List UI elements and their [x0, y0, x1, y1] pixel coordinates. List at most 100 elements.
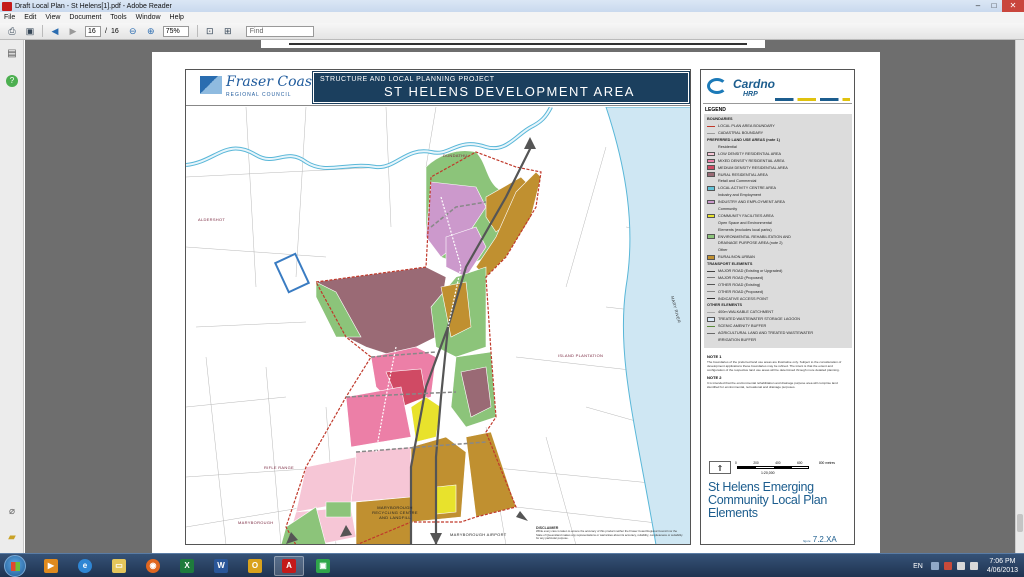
document-viewer[interactable]: Fraser Coast REGIONAL COUNCIL STRUCTURE …	[25, 40, 1015, 553]
scrollbar-thumb[interactable]	[1017, 514, 1023, 532]
legend-row: Residential	[707, 144, 849, 151]
legend-label: LOCAL ACTIVITY CENTRE AREA	[718, 186, 777, 191]
legend-line-symbol	[707, 325, 715, 327]
scale-value: 0	[735, 461, 737, 465]
zoom-in-icon[interactable]: ⊕	[145, 25, 157, 37]
council-logo-word: Fraser Coast	[226, 74, 318, 90]
menu-help[interactable]: Help	[170, 14, 184, 21]
pages-icon[interactable]: ▤	[6, 48, 18, 60]
legend-row: MAJOR ROAD (Proposed)	[707, 274, 849, 281]
find-input[interactable]: Find	[245, 25, 314, 37]
language-indicator[interactable]: EN	[913, 563, 923, 570]
vertical-scrollbar[interactable]	[1015, 40, 1024, 553]
taskbar-word[interactable]: W	[206, 556, 236, 576]
help-icon[interactable]: ?	[6, 75, 18, 87]
legend-row: INDUSTRY AND EMPLOYMENT AREA	[707, 199, 849, 206]
taskbar-file-explorer[interactable]: ▭	[104, 556, 134, 576]
legend-swatch	[707, 158, 715, 164]
taskbar-firefox[interactable]: ◉	[138, 556, 168, 576]
legend-label: MAJOR ROAD (Existing or Upgraded)	[718, 269, 783, 274]
minimize-button[interactable]: –	[970, 0, 986, 12]
system-clock[interactable]: 7:06 PM 4/06/2013	[987, 557, 1018, 575]
menu-edit[interactable]: Edit	[24, 14, 36, 21]
system-tray: EN 7:06 PM 4/06/2013	[913, 554, 1018, 577]
taskbar-adobe-reader[interactable]: A	[274, 556, 304, 576]
figure-prefix: figure	[803, 539, 811, 543]
menu-view[interactable]: View	[45, 14, 60, 21]
legend-row: RURAL RESIDENTIAL AREA	[707, 171, 849, 178]
tray-network-icon[interactable]	[956, 562, 965, 570]
fit-page-icon[interactable]: ⊡	[204, 25, 216, 37]
attachments-icon[interactable]: ⌀	[6, 506, 18, 518]
word-icon: W	[214, 559, 228, 573]
map-title-box: STRUCTURE AND LOCAL PLANNING PROJECT ST …	[312, 71, 690, 104]
legend-swatch	[707, 151, 715, 157]
legend-row: Community	[707, 206, 849, 213]
legend-swatch	[707, 317, 715, 322]
legend-row: MIXED DENSITY RESIDENTIAL AREA	[707, 157, 849, 164]
scale-value: 400	[775, 461, 781, 465]
legend-row: LOCAL ACTIVITY CENTRE AREA	[707, 185, 849, 192]
legend-label: RURAL/NON-URBAN	[718, 255, 755, 260]
scale-graphic	[737, 466, 809, 469]
legend-row: AGRICULTURAL LAND AND TREATED WASTEWATER	[707, 330, 849, 337]
toolbar: ⎙ ▣ ◀ ▶ 16 / 16 ⊖ ⊕ 75% ⊡ ⊞ Find	[0, 23, 1024, 40]
legend-swatch	[707, 255, 715, 260]
legend-label: COMMUNITY FACILITIES AREA	[718, 213, 774, 218]
north-arrow-icon: ⇑	[709, 461, 731, 474]
legend-label: Residential	[718, 145, 737, 149]
legend-row: Retail and Commercial	[707, 178, 849, 185]
cardno-logo: Cardno HRP	[703, 72, 852, 104]
legend-row: ENVIRONMENTAL REHABILITATION AND	[707, 233, 849, 240]
page-separator: /	[105, 27, 107, 35]
taskbar-excel[interactable]: X	[172, 556, 202, 576]
legend-row: Elements (excludes local parks)	[707, 226, 849, 233]
legend-label: Open Space and Environmental	[718, 220, 772, 225]
map-disclaimer: DISCLAIMER While every care is taken to …	[536, 526, 684, 541]
legend-label: ENVIRONMENTAL REHABILITATION AND	[718, 234, 791, 239]
taskbar-media-player[interactable]: ▶	[36, 556, 66, 576]
label-airport: MARYBOROUGH AIRPORT	[450, 532, 507, 537]
menu-bar: File Edit View Document Tools Window Hel…	[0, 12, 1024, 23]
zoom-select[interactable]: 75%	[162, 25, 189, 37]
project-title: STRUCTURE AND LOCAL PLANNING PROJECT	[320, 76, 495, 83]
legend-row: Industry and Employment	[707, 192, 849, 199]
note1-text: The boundaries of the preferred land use…	[707, 360, 842, 372]
print-icon[interactable]: ⎙	[6, 25, 18, 37]
legend-label: 400m WALKABLE CATCHMENT	[718, 310, 774, 315]
legend-row: MEDIUM DENSITY RESIDENTIAL AREA	[707, 164, 849, 171]
legend-box: BOUNDARIES LOCAL PLAN AREA BOUNDARY CADAST…	[704, 114, 852, 348]
council-logo-sub: REGIONAL COUNCIL	[226, 92, 292, 98]
legend-line-symbol	[707, 125, 715, 127]
next-page-icon[interactable]: ▶	[67, 25, 79, 37]
previous-page-icon[interactable]: ◀	[49, 25, 61, 37]
taskbar-internet-explorer[interactable]: e	[70, 556, 100, 576]
legend-swatch	[707, 172, 715, 177]
menu-file[interactable]: File	[4, 14, 15, 21]
taskbar-outlook[interactable]: O	[240, 556, 270, 576]
legend-label: BOUNDARIES	[707, 117, 733, 122]
page-number-input[interactable]: 16	[85, 25, 101, 37]
council-logo: Fraser Coast REGIONAL COUNCIL	[200, 74, 318, 102]
toolbar-divider	[196, 25, 198, 37]
menu-window[interactable]: Window	[136, 14, 161, 21]
tray-security-icon[interactable]	[943, 562, 952, 570]
taskbar-messenger[interactable]: ▣	[308, 556, 338, 576]
start-button[interactable]	[4, 555, 26, 577]
legend-swatch	[707, 165, 715, 170]
map-main-title: ST HELENS DEVELOPMENT AREA	[384, 84, 635, 99]
save-icon[interactable]: ▣	[24, 25, 36, 37]
tray-arrow-icon[interactable]	[930, 562, 939, 570]
comments-icon[interactable]: ▰	[6, 532, 18, 544]
menu-document[interactable]: Document	[69, 14, 101, 21]
zoom-out-icon[interactable]: ⊖	[127, 25, 139, 37]
legend-label: INDICATIVE ACCESS POINT	[718, 296, 769, 301]
fit-width-icon[interactable]: ⊞	[222, 25, 234, 37]
maximize-button[interactable]: □	[986, 0, 1002, 12]
label-rifle-range: RIFLE RANGE	[264, 465, 294, 470]
legend-row: LOW DENSITY RESIDENTIAL AREA	[707, 150, 849, 157]
menu-tools[interactable]: Tools	[110, 14, 126, 21]
close-button[interactable]: ✕	[1002, 0, 1024, 12]
legend-line-symbol	[707, 132, 715, 134]
tray-volume-icon[interactable]	[969, 562, 978, 570]
